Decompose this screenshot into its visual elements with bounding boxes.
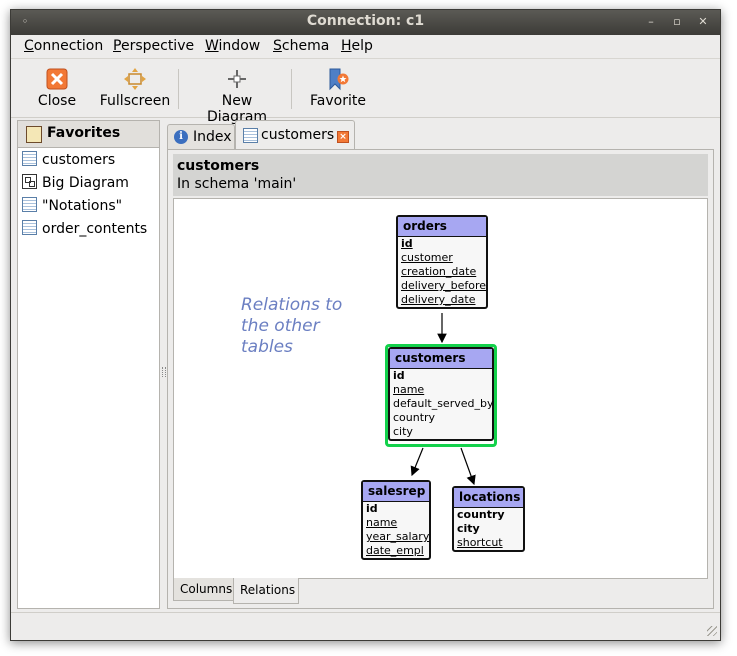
- close-window-icon[interactable]: ✕: [697, 16, 709, 28]
- status-bar: [11, 612, 720, 639]
- toolbar-separator: [291, 69, 292, 109]
- toolbar: Close Fullscreen New Diagram Favorite: [11, 59, 720, 125]
- table-name: customers: [177, 158, 260, 174]
- tab-index[interactable]: i Index: [167, 124, 235, 149]
- editor-tabs: i Index customers ×: [167, 120, 707, 150]
- entity-orders[interactable]: orders id customer creation_date deliver…: [396, 215, 488, 309]
- menu-window[interactable]: Window: [205, 38, 260, 54]
- favorite-item-notations[interactable]: "Notations": [22, 197, 122, 217]
- menu-help[interactable]: Help: [341, 38, 373, 54]
- favorite-item-big-diagram[interactable]: Big Diagram: [22, 174, 129, 194]
- new-diagram-icon: [225, 67, 249, 91]
- detail-view-tabs: Columns Relations: [173, 578, 703, 604]
- entity-salesrep[interactable]: salesrep id name year_salary date_empl: [361, 480, 431, 560]
- maximize-icon[interactable]: ▫: [671, 16, 683, 28]
- favorite-item-order-contents[interactable]: order_contents: [22, 220, 147, 240]
- schema-name: In schema 'main': [177, 176, 297, 192]
- menu-connection[interactable]: Connection: [24, 38, 103, 54]
- new-diagram-button[interactable]: New Diagram: [190, 67, 284, 125]
- favorites-panel: Favorites customers Big Diagram "Notatio…: [17, 120, 160, 609]
- info-icon: i: [174, 130, 188, 144]
- menu-perspective[interactable]: Perspective: [113, 38, 194, 54]
- close-button[interactable]: Close: [35, 67, 79, 109]
- toolbar-separator: [178, 69, 179, 109]
- relations-diagram[interactable]: Relations to the other tables orders id …: [173, 198, 708, 579]
- relation-arrow-customers-salesrep: [410, 447, 424, 477]
- menu-bar: Connection Perspective Window Schema Hel…: [11, 35, 720, 59]
- fullscreen-icon: [123, 67, 147, 91]
- tab-customers[interactable]: customers ×: [235, 120, 355, 150]
- favorite-bookmark-icon: [326, 67, 350, 91]
- tab-relations[interactable]: Relations: [233, 578, 299, 604]
- panel-splitter-handle[interactable]: [162, 367, 166, 377]
- table-icon: [22, 151, 37, 166]
- close-icon: [45, 67, 69, 91]
- table-icon: [22, 220, 37, 235]
- table-icon: [22, 197, 37, 212]
- relation-arrow-customers-locations: [460, 447, 476, 486]
- table-detail-panel: customers In schema 'main' Relations to …: [167, 149, 714, 609]
- menu-schema[interactable]: Schema: [273, 38, 329, 54]
- minimize-icon[interactable]: –: [645, 16, 657, 28]
- fullscreen-button[interactable]: Fullscreen: [99, 67, 171, 109]
- favorite-item-customers[interactable]: customers: [22, 151, 115, 171]
- diagram-icon: [22, 174, 37, 189]
- title-bar[interactable]: ◦ Connection: c1 – ▫ ✕: [11, 10, 720, 35]
- entity-locations[interactable]: locations country city shortcut: [452, 486, 525, 552]
- table-icon: [243, 128, 258, 143]
- window-title: Connection: c1: [306, 13, 425, 29]
- favorites-header: Favorites: [17, 120, 160, 148]
- diagram-annotation: Relations to the other tables: [241, 295, 343, 357]
- resize-grip-icon[interactable]: [707, 626, 717, 636]
- favorites-icon: [26, 126, 42, 143]
- application-window: ◦ Connection: c1 – ▫ ✕ Connection Perspe…: [10, 9, 721, 641]
- favorite-button[interactable]: Favorite: [308, 67, 368, 109]
- table-header: customers In schema 'main': [173, 154, 708, 196]
- close-tab-icon[interactable]: ×: [337, 131, 349, 143]
- favorites-list: customers Big Diagram "Notations" order_…: [17, 147, 160, 609]
- tab-columns[interactable]: Columns: [173, 578, 235, 601]
- entity-customers[interactable]: customers id name default_served_by coun…: [388, 347, 494, 441]
